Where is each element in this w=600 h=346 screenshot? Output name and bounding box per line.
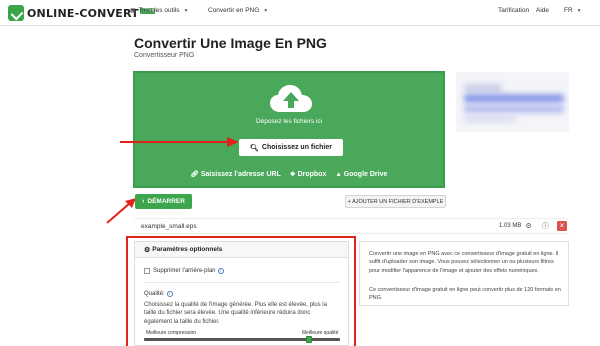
nav-convert-to-label: Convertir en PNG [208, 7, 260, 14]
language-selector[interactable]: FR ▼ [564, 7, 582, 14]
annotation-arrow-start [106, 198, 136, 224]
converter-info-box: Convertir une image en PNG avec ce conve… [359, 241, 569, 306]
chevron-down-icon: ▼ [183, 7, 189, 14]
top-navigation: ONLINE-CONVERT .COM ▦ Tous les outils ▼ … [0, 0, 600, 26]
cloud-source-links: 🔗︎ Saisissez l'adresse URL ❖ Dropbox ▲ G… [135, 170, 443, 179]
choose-file-label: Choisissez un fichier [261, 144, 332, 151]
cloud-upload-icon [270, 85, 312, 112]
uploaded-file-row: example_small.eps 1.03 MB ⚙ ⓘ × [134, 218, 569, 234]
dropbox-link[interactable]: ❖ Dropbox [289, 170, 327, 179]
annotation-arrow-choose [120, 137, 239, 147]
search-icon: 🔍︎ [250, 144, 259, 152]
chevron-right-icon: › [142, 198, 145, 205]
logo-check-icon [8, 5, 24, 21]
advertisement[interactable] [456, 72, 569, 132]
nav-pricing-label: Tarification [498, 7, 530, 14]
info-icon[interactable]: ⓘ [541, 222, 550, 231]
language-label: FR [564, 7, 573, 14]
nav-help-label: Aide [536, 7, 550, 14]
google-drive-link[interactable]: ▲ Google Drive [335, 170, 387, 178]
start-label: DÉMARRER [147, 198, 185, 205]
annotation-highlight-box [126, 236, 356, 346]
file-size: 1.03 MB [499, 223, 522, 229]
google-drive-label: Google Drive [343, 170, 388, 178]
page-subtitle: Convertisseur PNG [134, 52, 195, 59]
dropbox-label: Dropbox [297, 170, 327, 178]
start-button[interactable]: › DÉMARRER [135, 194, 192, 209]
grid-icon: ▦ [130, 8, 136, 14]
info-paragraph-1: Convertir une image en PNG avec ce conve… [369, 251, 559, 274]
nav-all-tools[interactable]: ▦ Tous les outils ▼ [130, 7, 188, 14]
dropbox-icon: ❖ [289, 171, 296, 178]
file-name: example_small.eps [141, 223, 197, 230]
add-example-file-button[interactable]: + AJOUTER UN FICHIER D'EXEMPLE [345, 195, 446, 208]
upload-dropzone[interactable]: Déposez les fichiers ici 🔍︎ Choisissez u… [133, 71, 445, 188]
logo-text: ONLINE-CONVERT [27, 6, 139, 20]
enter-url-label: Saisissez l'adresse URL [200, 170, 281, 178]
nav-convert-to[interactable]: Convertir en PNG ▼ [208, 7, 268, 14]
enter-url-link[interactable]: 🔗︎ Saisissez l'adresse URL [190, 170, 281, 179]
choose-file-button[interactable]: 🔍︎ Choisissez un fichier [239, 139, 343, 156]
nav-pricing[interactable]: Tarification [498, 7, 529, 14]
drop-files-text: Déposez les fichiers ici [255, 118, 323, 125]
info-paragraph-2: Ce convertisseur d'image gratuit en lign… [369, 287, 561, 302]
google-drive-icon: ▲ [335, 170, 342, 178]
page-title: Convertir Une Image En PNG [134, 35, 327, 51]
settings-icon[interactable]: ⚙ [524, 222, 533, 231]
nav-all-tools-label: Tous les outils [138, 7, 180, 14]
chevron-down-icon: ▼ [263, 7, 269, 14]
delete-file-button[interactable]: × [557, 221, 567, 231]
link-icon: 🔗︎ [190, 171, 199, 178]
nav-help[interactable]: Aide [536, 7, 549, 14]
chevron-down-icon: ▼ [576, 7, 582, 14]
